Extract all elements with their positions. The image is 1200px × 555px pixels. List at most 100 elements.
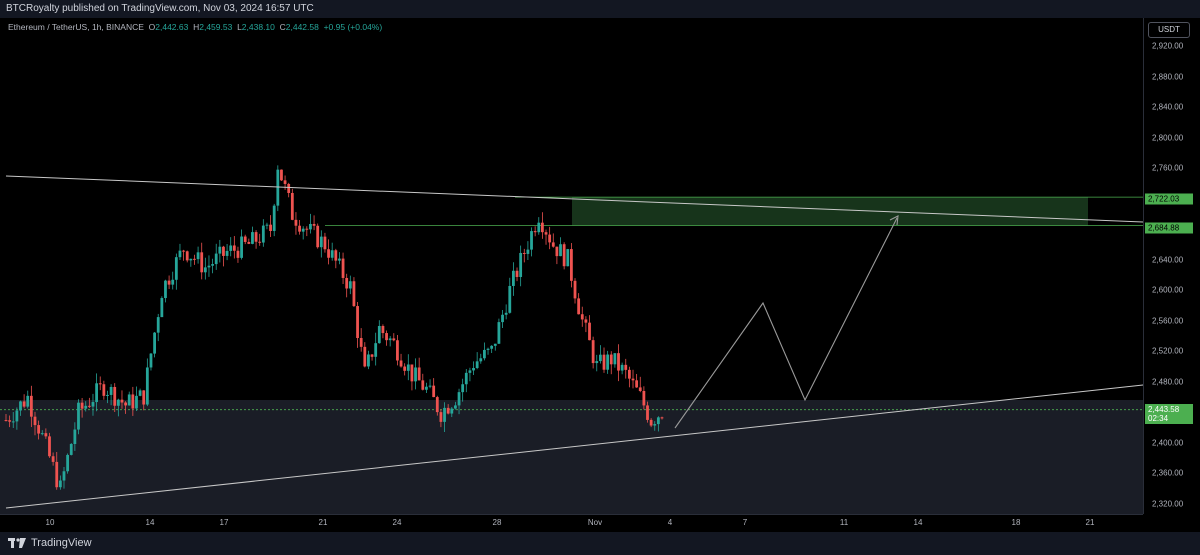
candle-body [211,264,214,266]
candle-body [396,340,399,361]
candle-body [247,241,251,244]
footer: TradingView [0,532,1200,555]
candle-body [298,225,301,232]
candle-body [26,395,30,407]
candle-body [309,223,312,230]
candle-body [98,383,102,385]
candle-body [377,325,381,344]
candle-body [468,370,472,373]
candle-body [370,354,374,357]
candle-body [432,385,436,398]
candle-body [475,361,479,369]
candle-body [533,231,537,233]
candle-body [269,224,272,231]
candle-body [316,225,320,248]
open-value: 2,442.63 [155,22,189,32]
projection-path [674,217,898,429]
candle-body [359,338,363,347]
candle-body [171,279,175,285]
candle-body [602,354,606,370]
candle-body [95,383,99,403]
tradingview-logo[interactable]: TradingView [8,537,92,549]
candle-body [660,417,664,419]
candle-body [403,366,407,371]
candle-body [127,394,131,406]
candle-body [428,385,432,387]
candle-body [551,242,555,247]
candle-body [4,420,8,422]
candle-body [367,354,370,367]
candle-body [555,246,559,257]
candle-body [11,421,15,423]
candle-body [330,250,334,258]
candle-body [486,348,490,350]
candle-body [530,231,533,250]
time-tick-label: 11 [839,518,849,527]
time-tick-label: 14 [913,518,923,527]
price-tick-label: 2,520.00 [1152,346,1184,356]
candle-body [37,425,41,434]
time-tick-label: 24 [392,518,402,527]
candle-body [160,298,164,318]
price-tick-label: 2,640.00 [1152,255,1184,265]
candle-body [87,405,91,407]
candle-body [569,249,573,281]
candle-body [591,340,595,364]
candle-body [182,250,185,252]
candle-body [363,346,367,367]
candle-body [142,390,146,405]
candle-body [124,402,128,406]
candle-body [294,219,298,226]
candle-body [479,358,483,362]
price-tick-label: 2,920.00 [1152,41,1184,51]
currency-button[interactable]: USDT [1148,22,1190,38]
candle-body [251,232,254,244]
candle-body [512,270,515,286]
candle-body [653,424,657,426]
candle-body [595,361,599,364]
candle-body [635,380,639,388]
time-tick-label: Nov [587,518,603,527]
candle-body [443,407,446,422]
symbol-info: Ethereum / TetherUS, 1h, BINANCE O2,442.… [8,22,382,32]
candle-body [410,364,414,382]
candle-body [236,250,240,258]
candle-body [261,225,265,243]
candle-body [109,386,113,395]
candle-body [446,407,450,414]
time-tick-label: 17 [219,518,229,527]
candle-body [203,267,207,273]
candle-body [73,429,77,444]
candle-body [392,338,396,341]
candle-body [381,325,385,334]
candle-body [218,246,222,254]
price-tick-label: 2,360.00 [1152,468,1184,478]
candle-body [656,417,660,425]
time-tick-label: 18 [1011,518,1021,527]
candle-body [138,390,142,396]
price-tick-label: 2,800.00 [1152,133,1184,143]
candle-body [240,236,243,258]
close-value: 2,442.58 [285,22,319,32]
candle-body [461,384,465,393]
candle-body [613,353,617,365]
candle-body [48,436,51,457]
candle-body [356,306,359,339]
level-label-bottom: 2,684.88 [1145,222,1193,234]
candlestick-chart[interactable] [0,0,1200,555]
high-value: 2,459.53 [199,22,233,32]
candle-body [559,244,562,257]
candle-body [22,401,26,407]
time-axis[interactable] [0,514,1143,533]
candle-body [77,402,80,430]
candle-body [185,251,189,261]
price-tick-label: 2,320.00 [1152,499,1184,509]
candle-body [15,410,19,422]
candle-body [519,252,523,277]
candle-body [196,252,200,260]
candle-body [58,480,62,488]
candle-body [283,180,287,184]
candle-body [305,228,309,230]
candle-body [174,257,178,280]
symbol-name: Ethereum / TetherUS, 1h, BINANCE [8,22,144,32]
